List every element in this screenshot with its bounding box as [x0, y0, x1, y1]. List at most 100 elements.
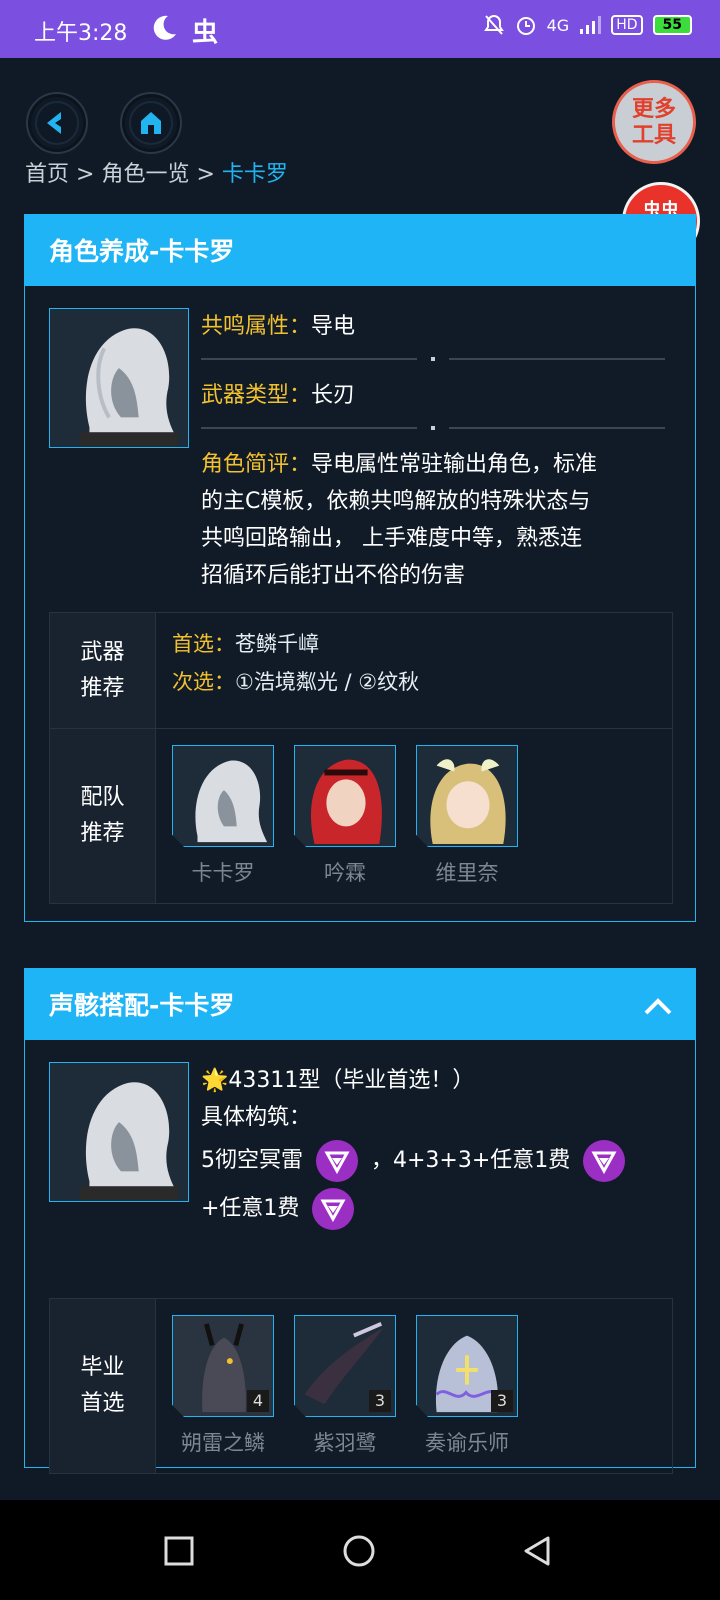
- moon-icon: [153, 15, 176, 40]
- weapon-first-value: 苍鳞千嶂: [235, 632, 319, 656]
- mute-bell-icon: [483, 14, 504, 35]
- recommend-table: 武器 推荐 首选：苍鳞千嶂 次选：①浩境粼光 / ②纹秋 配队 推荐 卡卡罗 吟霖: [49, 612, 673, 904]
- silver-hair-portrait-icon: [50, 309, 188, 447]
- card-title: 角色养成-卡卡罗: [49, 237, 235, 266]
- status-icons: 4G HD 55: [483, 14, 692, 36]
- echo-cost: 3: [491, 1390, 513, 1412]
- echo-item[interactable]: 4 朔雷之鳞: [172, 1315, 274, 1461]
- silver-hair-portrait-icon: [50, 1063, 188, 1201]
- echo-head-2: 首选: [80, 1391, 125, 1416]
- card-header[interactable]: 声骸搭配-卡卡罗: [25, 968, 695, 1040]
- divider: [201, 358, 417, 360]
- weapon-first-key: 首选：: [172, 632, 235, 656]
- more-tools-label-2: 工具: [631, 123, 676, 148]
- build-detail-label: 具体构筑：: [201, 1105, 312, 1130]
- weapon-type-value: 长刃: [311, 383, 356, 408]
- breadcrumb-sep: >: [196, 162, 215, 187]
- home-nav-icon[interactable]: [342, 1534, 376, 1568]
- breadcrumb-current: 卡卡罗: [221, 162, 288, 187]
- weapon-recommend-body: 首选：苍鳞千嶂 次选：①浩境粼光 / ②纹秋: [156, 613, 672, 728]
- echo-recommend-row: 毕业首选 4 朔雷之鳞 3 紫羽鹭 3 奏谕乐师: [50, 1299, 672, 1473]
- more-tools-button[interactable]: 更多 工具: [612, 80, 696, 164]
- team-member-name: 卡卡罗: [191, 861, 255, 885]
- team-recommend-head: 配队 推荐: [50, 729, 156, 903]
- chevron-up-icon[interactable]: [643, 992, 673, 1022]
- character-portrait: [49, 1062, 189, 1202]
- attr-key: 共鸣属性：: [201, 314, 312, 339]
- echo-avatars: 4 朔雷之鳞 3 紫羽鹭 3 奏谕乐师: [156, 1299, 534, 1473]
- build-type: 🌟43311型（毕业首选！）: [201, 1068, 475, 1093]
- echo-build-text: 🌟43311型（毕业首选！） 具体构筑： 5彻空冥雷 ，4+3+3+任意1费 +…: [201, 1062, 671, 1230]
- build-line-3b: ，4+3+3+任意1费: [371, 1148, 571, 1173]
- back-button[interactable]: [26, 92, 88, 154]
- team-head-2: 推荐: [80, 821, 125, 846]
- team-member[interactable]: 吟霖: [294, 745, 396, 891]
- divider: [201, 427, 417, 429]
- silver-hair-avatar-icon: [173, 746, 273, 846]
- breadcrumb: 首页 > 角色一览 > 卡卡罗: [25, 156, 288, 188]
- weapon-second-key: 次选：: [172, 670, 235, 694]
- attr-value: 导电: [311, 314, 356, 339]
- breadcrumb-home[interactable]: 首页: [25, 162, 69, 187]
- weapon-head-2: 推荐: [80, 675, 125, 701]
- review-line-4: 招循环后能打出不俗的伤害: [201, 563, 466, 588]
- character-build-card: 角色养成-卡卡罗 共鸣属性：导电 武器类型：长刃 角色简评：导电属性常驻输出角色…: [24, 214, 696, 922]
- echo-build-card: 声骸搭配-卡卡罗 🌟43311型（毕业首选！） 具体构筑： 5彻空冥雷 ，4+3…: [24, 968, 696, 1474]
- card-title: 声骸搭配-卡卡罗: [49, 991, 235, 1020]
- sonata-set-icon: [312, 1188, 355, 1230]
- more-tools-label-1: 更多: [631, 97, 676, 122]
- battery-level: 55: [652, 15, 692, 35]
- weapon-head-1: 武器: [80, 639, 125, 665]
- team-member[interactable]: 维里奈: [416, 745, 518, 891]
- echo-head-1: 毕业: [80, 1355, 125, 1380]
- echo-item[interactable]: 3 奏谕乐师: [416, 1315, 518, 1461]
- divider-dot: [431, 357, 435, 361]
- back-arrow-icon: [47, 112, 61, 134]
- weapon-recommend-head: 武器 推荐: [50, 613, 156, 728]
- review-line-2: 的主C模板，依赖共鸣解放的特殊状态与: [201, 489, 591, 514]
- status-bar: 上午3:28 虫 4G HD 55: [0, 0, 720, 58]
- bug-app-icon: 虫: [192, 18, 219, 48]
- weapon-recommend-row: 武器推荐 首选：苍鳞千嶂 次选：①浩境粼光 / ②纹秋: [50, 613, 672, 729]
- echo-name: 紫羽鹭: [313, 1431, 377, 1455]
- echo-recommend-head: 毕业 首选: [50, 1299, 156, 1473]
- status-time: 上午3:28: [34, 21, 128, 46]
- review-line-1: 导电属性常驻输出角色，标准: [311, 452, 598, 477]
- weapon-type-row: 武器类型：长刃: [201, 377, 355, 414]
- review-line-3: 共鸣回路输出， 上手难度中等，熟悉连: [201, 526, 582, 551]
- echo-item[interactable]: 3 紫羽鹭: [294, 1315, 396, 1461]
- divider: [449, 427, 665, 429]
- signal-icon: [580, 16, 602, 34]
- team-member-name: 吟霖: [324, 861, 366, 885]
- echo-cost: 3: [369, 1390, 391, 1412]
- team-avatars: 卡卡罗 吟霖 维里奈: [156, 729, 534, 903]
- home-button[interactable]: [120, 92, 182, 154]
- back-nav-icon[interactable]: [522, 1536, 552, 1566]
- character-portrait: [49, 308, 189, 448]
- recent-apps-icon[interactable]: [164, 1536, 194, 1566]
- divider-dot: [431, 426, 435, 430]
- sonata-set-icon: [316, 1140, 358, 1182]
- card-header[interactable]: 角色养成-卡卡罗: [25, 214, 695, 286]
- breadcrumb-list[interactable]: 角色一览: [101, 162, 189, 187]
- breadcrumb-sep: >: [76, 162, 95, 187]
- alarm-icon: [516, 17, 535, 35]
- team-head-1: 配队: [80, 785, 125, 810]
- echo-cost: 4: [247, 1390, 269, 1412]
- team-recommend-row: 配队推荐 卡卡罗 吟霖 维里奈: [50, 729, 672, 903]
- echo-table: 毕业首选 4 朔雷之鳞 3 紫羽鹭 3 奏谕乐师: [49, 1298, 673, 1474]
- home-icon: [141, 112, 161, 134]
- divider: [449, 358, 665, 360]
- review-block: 角色简评：导电属性常驻输出角色，标准 的主C模板，依赖共鸣解放的特殊状态与 共鸣…: [201, 446, 671, 594]
- team-member[interactable]: 卡卡罗: [172, 745, 274, 891]
- build-line-3a: 5彻空冥雷: [201, 1148, 303, 1173]
- echo-name: 奏谕乐师: [425, 1431, 509, 1455]
- weapon-type-key: 武器类型：: [201, 383, 312, 408]
- weapon-second-value: ①浩境粼光 / ②纹秋: [235, 670, 420, 694]
- echo-name: 朔雷之鳞: [181, 1431, 265, 1455]
- system-nav-bar: [0, 1500, 720, 1600]
- hd-badge: HD: [611, 15, 643, 35]
- attr-row: 共鸣属性：导电: [201, 308, 355, 345]
- review-key: 角色简评：: [201, 452, 312, 477]
- red-hair-avatar-icon: [295, 746, 395, 846]
